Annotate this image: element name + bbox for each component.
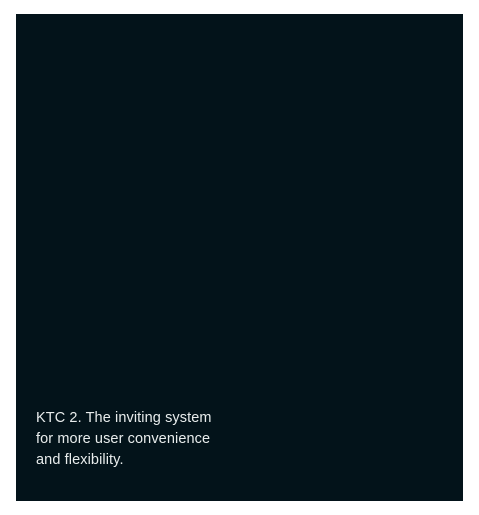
dark-panel: KTC 2. The inviting system for more user…: [16, 14, 463, 501]
caption-text: KTC 2. The inviting system for more user…: [36, 410, 212, 468]
